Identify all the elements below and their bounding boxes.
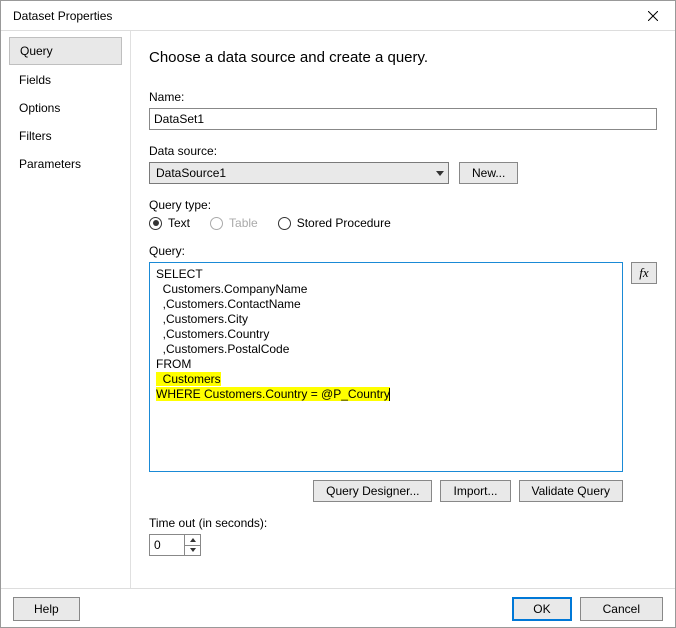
name-input[interactable] — [149, 108, 657, 130]
datasource-value: DataSource1 — [156, 166, 226, 180]
sidebar-item-parameters[interactable]: Parameters — [9, 151, 122, 177]
timeout-decrement[interactable] — [185, 545, 200, 556]
validate-query-button[interactable]: Validate Query — [519, 480, 624, 502]
close-icon — [648, 11, 658, 21]
expression-button[interactable]: fx — [631, 262, 657, 284]
timeout-label: Time out (in seconds): — [149, 516, 657, 530]
query-textarea[interactable]: SELECT Customers.CompanyName ,Customers.… — [149, 262, 623, 472]
close-button[interactable] — [631, 1, 675, 31]
radio-sproc-label: Stored Procedure — [297, 216, 391, 230]
querytype-label: Query type: — [149, 198, 657, 212]
window-title: Dataset Properties — [13, 9, 631, 23]
chevron-down-icon — [190, 548, 196, 552]
new-datasource-button[interactable]: New... — [459, 162, 518, 184]
radio-table-label: Table — [229, 216, 258, 230]
sidebar-item-filters[interactable]: Filters — [9, 123, 122, 149]
cancel-button[interactable]: Cancel — [580, 597, 663, 621]
sidebar-item-query[interactable]: Query — [9, 37, 122, 65]
query-designer-button[interactable]: Query Designer... — [313, 480, 432, 502]
name-label: Name: — [149, 90, 657, 104]
chevron-up-icon — [190, 538, 196, 542]
datasource-select[interactable]: DataSource1 — [149, 162, 449, 184]
timeout-input[interactable] — [149, 534, 185, 556]
sidebar-item-fields[interactable]: Fields — [9, 67, 122, 93]
radio-stored-procedure[interactable]: Stored Procedure — [278, 216, 391, 230]
radio-text-label: Text — [168, 216, 190, 230]
query-highlight-where: WHERE Customers.Country = @P_Country — [156, 387, 390, 401]
radio-icon — [149, 217, 162, 230]
radio-text[interactable]: Text — [149, 216, 190, 230]
radio-table: Table — [210, 216, 258, 230]
ok-button[interactable]: OK — [512, 597, 571, 621]
query-highlight-customers: Customers — [156, 372, 221, 386]
timeout-spinner — [185, 534, 201, 556]
sidebar: Query Fields Options Filters Parameters — [1, 31, 131, 588]
radio-icon — [210, 217, 223, 230]
help-button[interactable]: Help — [13, 597, 80, 621]
radio-icon — [278, 217, 291, 230]
chevron-down-icon — [436, 171, 444, 176]
query-label: Query: — [149, 244, 657, 258]
import-button[interactable]: Import... — [440, 480, 510, 502]
datasource-label: Data source: — [149, 144, 657, 158]
page-heading: Choose a data source and create a query. — [149, 49, 657, 66]
main-panel: Choose a data source and create a query.… — [131, 31, 675, 588]
sidebar-item-options[interactable]: Options — [9, 95, 122, 121]
timeout-increment[interactable] — [185, 535, 200, 545]
text-caret — [389, 388, 390, 401]
